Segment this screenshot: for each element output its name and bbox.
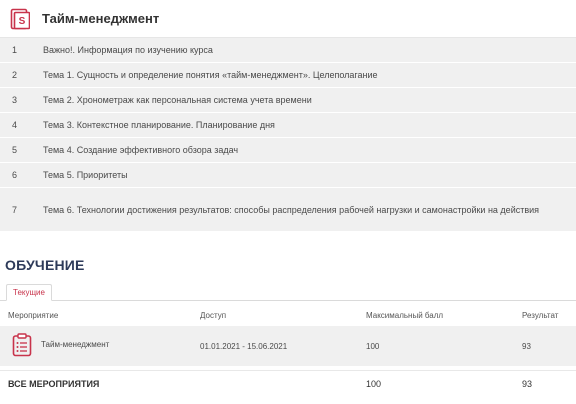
section-title: ОБУЧЕНИЕ <box>5 257 85 273</box>
topic-row[interactable]: 3 Тема 2. Хронометраж как персональная с… <box>0 88 576 113</box>
topic-title[interactable]: Тема 5. Приоритеты <box>43 169 138 181</box>
topic-title[interactable]: Тема 4. Создание эффективного обзора зад… <box>43 144 248 156</box>
course-title: Тайм-менеджмент <box>42 11 160 26</box>
event-result: 93 <box>522 342 531 351</box>
topic-list: 1 Важно!. Информация по изучению курса 2… <box>0 38 576 232</box>
total-label: ВСЕ МЕРОПРИЯТИЯ <box>8 379 100 389</box>
event-max-score: 100 <box>366 342 380 351</box>
checklist-icon <box>12 333 32 357</box>
topic-title[interactable]: Тема 2. Хронометраж как персональная сис… <box>43 94 322 106</box>
topic-title[interactable]: Тема 3. Контекстное планирование. Планир… <box>43 119 285 131</box>
tab-current[interactable]: Текущие <box>6 284 52 301</box>
topic-row[interactable]: 5 Тема 4. Создание эффективного обзора з… <box>0 138 576 163</box>
topic-number: 6 <box>12 170 18 180</box>
topic-row[interactable]: 7 Тема 6. Технологии достижения результа… <box>0 188 576 232</box>
course-header: S Тайм-менеджмент <box>0 0 576 38</box>
topic-title[interactable]: Тема 6. Технологии достижения результато… <box>43 204 549 216</box>
topic-number: 3 <box>12 95 18 105</box>
topic-row[interactable]: 2 Тема 1. Сущность и определение понятия… <box>0 63 576 88</box>
table-row[interactable]: Тайм-менеджмент 01.01.2021 - 15.06.2021 … <box>0 326 576 366</box>
table-header: Мероприятие Доступ Максимальный балл Рез… <box>0 303 576 325</box>
tab-bar: Текущие <box>0 283 576 301</box>
event-name-link[interactable]: Тайм-менеджмент <box>41 340 109 349</box>
topic-row[interactable]: 1 Важно!. Информация по изучению курса <box>0 38 576 63</box>
topic-title[interactable]: Тема 1. Сущность и определение понятия «… <box>43 69 388 81</box>
topic-number: 4 <box>12 120 18 130</box>
total-result: 93 <box>522 379 533 389</box>
event-access-dates: 01.01.2021 - 15.06.2021 <box>200 342 288 351</box>
total-max-score: 100 <box>366 379 382 389</box>
document-icon: S <box>10 8 30 29</box>
topic-number: 2 <box>12 70 18 80</box>
total-row: ВСЕ МЕРОПРИЯТИЯ 100 93 <box>0 370 576 398</box>
column-header-result: Результат <box>522 311 559 320</box>
topic-row[interactable]: 6 Тема 5. Приоритеты <box>0 163 576 188</box>
topic-number: 7 <box>12 204 18 215</box>
column-header-access: Доступ <box>200 311 227 320</box>
column-header-max-score: Максимальный балл <box>366 311 444 320</box>
column-header-event: Мероприятие <box>8 311 59 320</box>
topic-number: 5 <box>12 145 18 155</box>
topic-row[interactable]: 4 Тема 3. Контекстное планирование. План… <box>0 113 576 138</box>
topic-number: 1 <box>12 45 18 55</box>
svg-text:S: S <box>19 16 26 27</box>
topic-title[interactable]: Важно!. Информация по изучению курса <box>43 44 223 56</box>
